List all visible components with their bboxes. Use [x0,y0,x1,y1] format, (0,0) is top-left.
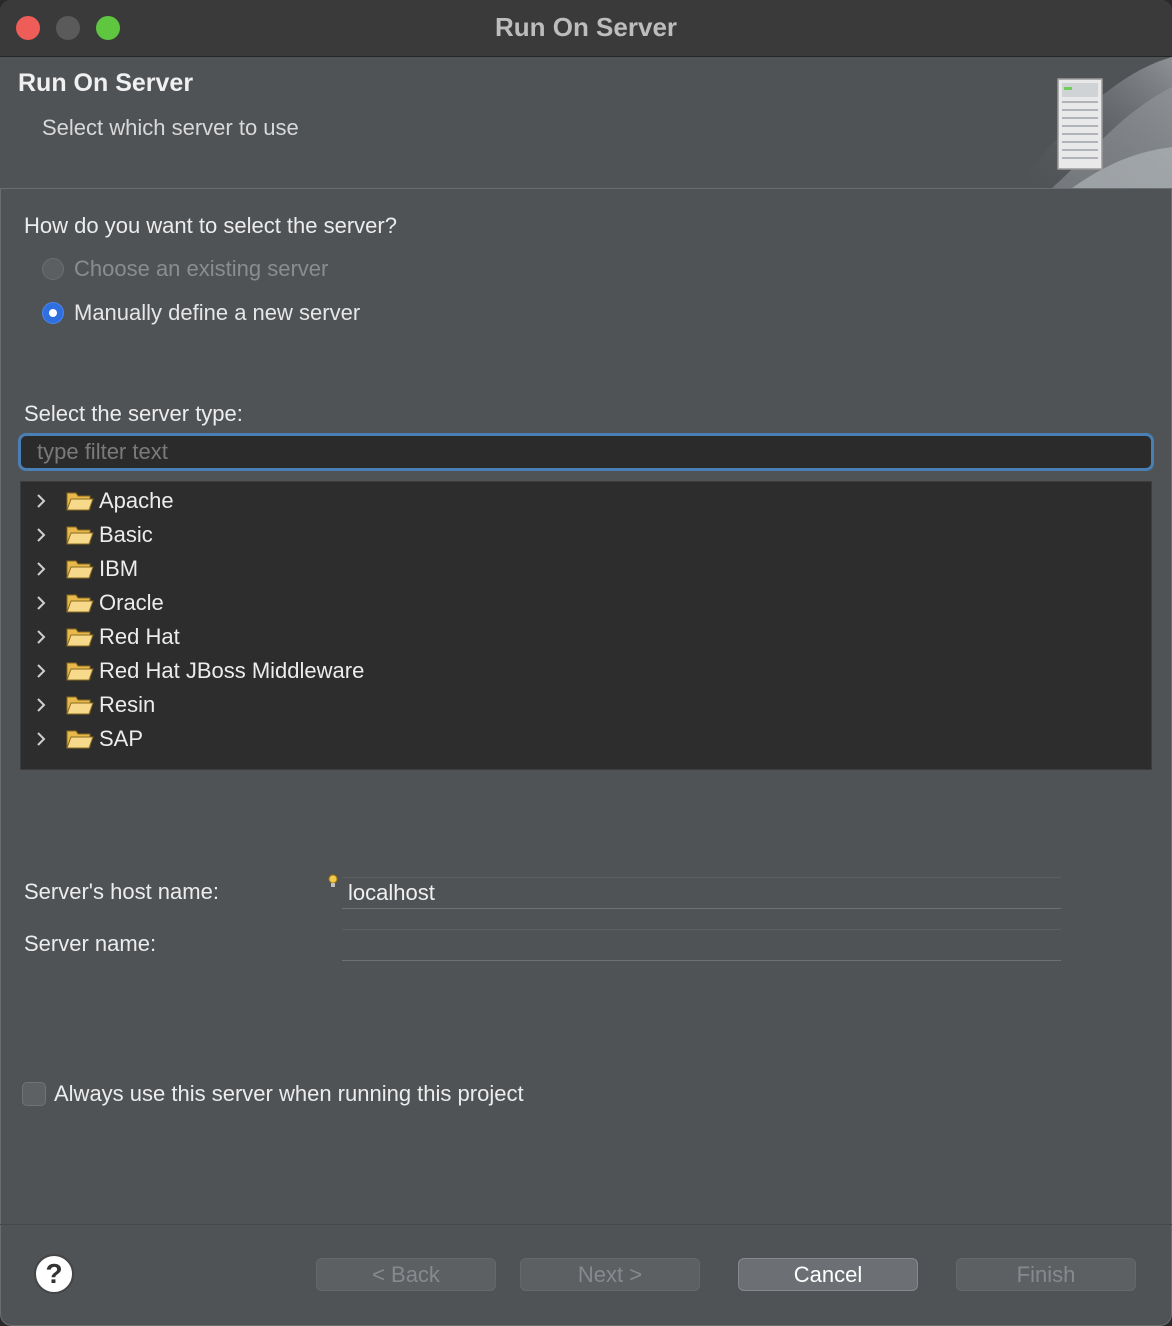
folder-icon [66,526,94,545]
host-name-input[interactable] [342,877,1061,909]
chevron-right-icon[interactable] [33,559,49,579]
banner-subtitle: Select which server to use [42,115,299,140]
wizard-banner: Run On Server Select which server to use [0,57,1172,189]
window-title: Run On Server [494,12,678,42]
tree-item-label: Resin [99,692,156,717]
next-button[interactable]: Next > [520,1258,700,1291]
tree-item-label: IBM [99,556,139,581]
tree-item-sap[interactable]: SAP [21,722,143,756]
folder-icon [66,560,94,579]
server-name-input[interactable] [342,929,1061,961]
server-name-label: Server name: [24,931,157,956]
folder-icon [66,594,94,613]
radio-label: Choose an existing server [74,256,329,281]
server-icon [1012,57,1172,188]
cancel-button[interactable]: Cancel [738,1258,918,1291]
tree-item-label: Basic [99,522,153,547]
tree-item-label: Red Hat [99,624,180,649]
lightbulb-icon [328,874,338,887]
checkbox-box[interactable] [22,1082,46,1106]
folder-icon [66,730,94,749]
tree-item-label: Apache [99,488,174,513]
chevron-right-icon[interactable] [33,525,49,545]
back-button[interactable]: < Back [316,1258,496,1291]
tree-item-ibm[interactable]: IBM [21,552,138,586]
radio-label: Manually define a new server [74,300,361,325]
tree-item-red-hat[interactable]: Red Hat [21,620,180,654]
tree-item-basic[interactable]: Basic [21,518,153,552]
folder-icon [66,628,94,647]
server-type-label: Select the server type: [24,401,243,426]
radio-new-server[interactable]: Manually define a new server [42,299,360,327]
folder-icon [66,492,94,511]
footer-divider [0,1224,1172,1225]
always-use-server-checkbox[interactable]: Always use this server when running this… [22,1081,524,1107]
title-bar: Run On Server [0,0,1172,57]
radio-button[interactable] [42,302,64,324]
finish-button[interactable]: Finish [956,1258,1136,1291]
tree-item-red-hat-jboss-middleware[interactable]: Red Hat JBoss Middleware [21,654,364,688]
chevron-right-icon[interactable] [33,729,49,749]
host-name-label: Server's host name: [24,879,219,904]
tree-item-apache[interactable]: Apache [21,484,174,518]
chevron-right-icon[interactable] [33,661,49,681]
chevron-right-icon[interactable] [33,627,49,647]
tree-item-oracle[interactable]: Oracle [21,586,164,620]
tree-item-resin[interactable]: Resin [21,688,155,722]
radio-existing-server[interactable]: Choose an existing server [42,255,328,283]
tree-item-label: Oracle [99,590,164,615]
radio-button[interactable] [42,258,64,280]
chevron-right-icon[interactable] [33,695,49,715]
folder-icon [66,662,94,681]
chevron-right-icon[interactable] [33,491,49,511]
tree-item-label: Red Hat JBoss Middleware [99,658,365,683]
server-type-tree[interactable]: Apache Basic IBM Oracle Red Hat Red Hat … [20,481,1152,770]
folder-icon [66,696,94,715]
checkbox-label: Always use this server when running this… [54,1081,524,1106]
help-button[interactable]: ? [34,1254,74,1294]
filter-input[interactable] [18,433,1154,471]
selection-question: How do you want to select the server? [24,213,397,238]
banner-title: Run On Server [18,69,194,97]
chevron-right-icon[interactable] [33,593,49,613]
tree-item-label: SAP [99,726,144,751]
dialog-window: Run On Server Run On Server Select which… [0,0,1172,1326]
